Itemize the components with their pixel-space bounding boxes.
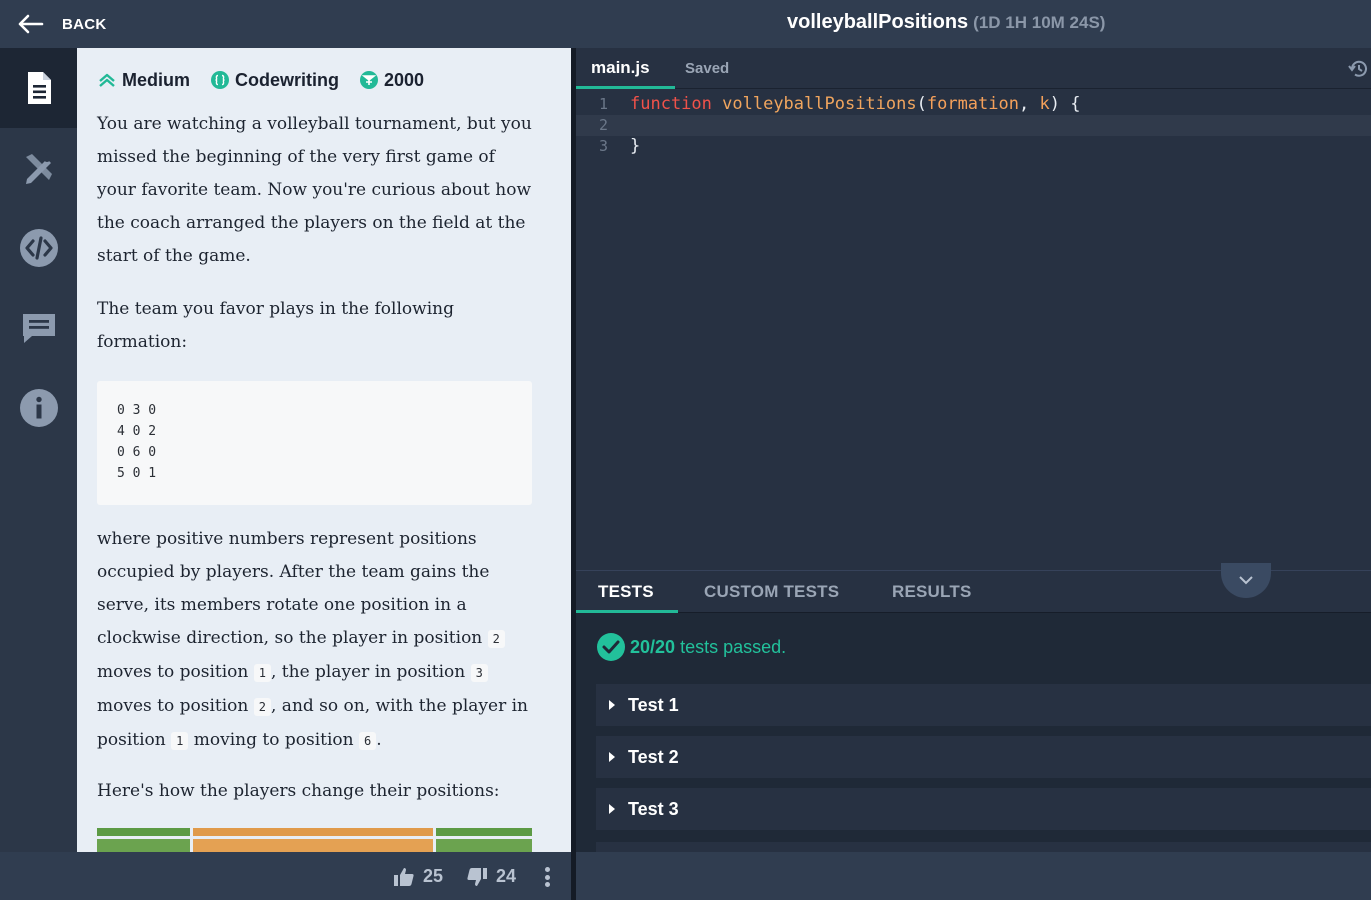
tests-tabs: TESTS CUSTOM TESTS RESULTS bbox=[576, 563, 1371, 613]
points-badge: 2000 bbox=[359, 70, 424, 91]
save-status: Saved bbox=[685, 60, 730, 77]
code-editor: main.js Saved 1 function volleyballPosit… bbox=[576, 48, 1371, 570]
nav-solutions[interactable] bbox=[0, 128, 77, 208]
inline-code: 3 bbox=[470, 664, 488, 682]
formation-code-block: 0 3 0 4 0 2 0 6 0 5 0 1 bbox=[97, 381, 532, 505]
more-options-icon[interactable] bbox=[545, 867, 551, 887]
description-paragraph-1: You are watching a volleyball tournament… bbox=[97, 114, 532, 266]
history-icon[interactable] bbox=[1348, 58, 1370, 80]
tab-results[interactable]: RESULTS bbox=[892, 582, 971, 602]
chevron-down-icon bbox=[1239, 576, 1253, 585]
editor-footer-bar bbox=[576, 852, 1371, 900]
test-item-3[interactable]: Test 3 bbox=[596, 788, 1371, 830]
page-title: volleyballPositions (1D 1H 10M 24S) bbox=[787, 11, 1105, 34]
editor-tabs: main.js Saved bbox=[576, 48, 1371, 89]
court-zone-right bbox=[436, 828, 532, 852]
code-line-current[interactable]: 2 bbox=[576, 115, 1371, 136]
inline-code: 6 bbox=[359, 732, 377, 750]
test-item-4-partial[interactable] bbox=[596, 842, 1371, 852]
solutions-icon bbox=[25, 154, 52, 184]
nav-code[interactable] bbox=[0, 208, 77, 288]
dislike-button[interactable]: 24 bbox=[466, 866, 516, 887]
task-description-panel: Medium Codewriting 2000 You are watching… bbox=[77, 48, 571, 852]
nav-info[interactable] bbox=[0, 368, 77, 448]
chevrons-up-icon bbox=[99, 73, 115, 87]
nav-comments[interactable] bbox=[0, 288, 77, 368]
check-circle-icon bbox=[597, 633, 625, 661]
description-icon bbox=[27, 72, 51, 104]
feedback-bar: 25 24 bbox=[0, 852, 571, 900]
comments-icon bbox=[22, 314, 55, 343]
code-icon bbox=[19, 229, 58, 267]
line-number: 2 bbox=[598, 116, 608, 134]
test-item-2[interactable]: Test 2 bbox=[596, 736, 1371, 778]
code-line[interactable]: 3 } bbox=[576, 136, 1371, 157]
codewriting-icon bbox=[211, 71, 230, 89]
task-meta: Medium Codewriting 2000 bbox=[97, 68, 444, 92]
caret-right-icon bbox=[609, 700, 615, 710]
arrow-left-icon bbox=[18, 14, 44, 34]
caret-right-icon bbox=[609, 752, 615, 762]
countdown-timer: (1D 1H 10M 24S) bbox=[973, 13, 1106, 32]
thumbs-down-icon bbox=[467, 867, 487, 886]
line-number: 3 bbox=[598, 137, 608, 155]
tests-panel: TESTS CUSTOM TESTS RESULTS 20/20 tests p… bbox=[576, 563, 1371, 852]
description-paragraph-3: where positive numbers represent positio… bbox=[97, 529, 528, 750]
inline-code: 1 bbox=[253, 664, 271, 682]
left-sidebar bbox=[0, 48, 77, 852]
difficulty-badge: Medium bbox=[97, 70, 190, 91]
info-icon bbox=[19, 389, 58, 427]
caret-right-icon bbox=[609, 804, 615, 814]
court-illustration bbox=[97, 828, 532, 852]
back-label: BACK bbox=[62, 15, 107, 33]
collapse-panel-button[interactable] bbox=[1221, 563, 1271, 598]
task-type-badge: Codewriting bbox=[210, 70, 339, 91]
court-zone-left bbox=[97, 828, 190, 852]
inline-code: 2 bbox=[253, 698, 271, 716]
points-icon bbox=[360, 71, 379, 89]
inline-code: 2 bbox=[487, 630, 505, 648]
active-tab-indicator bbox=[576, 610, 678, 613]
description-paragraph-4: Here's how the players change their posi… bbox=[97, 781, 500, 801]
nav-description[interactable] bbox=[0, 48, 77, 128]
code-area[interactable]: 1 function volleyballPositions(formation… bbox=[576, 94, 1371, 157]
file-tab-main-js[interactable]: main.js bbox=[576, 48, 675, 89]
description-paragraph-2: The team you favor plays in the followin… bbox=[97, 299, 454, 352]
line-number: 1 bbox=[598, 95, 608, 113]
top-bar: BACK volleyballPositions (1D 1H 10M 24S) bbox=[0, 0, 1371, 48]
tab-tests[interactable]: TESTS bbox=[598, 582, 654, 602]
inline-code: 1 bbox=[171, 732, 189, 750]
back-button[interactable]: BACK bbox=[18, 12, 107, 36]
court-zone-center bbox=[193, 828, 433, 852]
code-line[interactable]: 1 function volleyballPositions(formation… bbox=[576, 94, 1371, 115]
task-name: volleyballPositions bbox=[787, 11, 969, 33]
tests-summary: 20/20 tests passed. bbox=[596, 632, 786, 662]
tab-custom-tests[interactable]: CUSTOM TESTS bbox=[704, 582, 839, 602]
test-item-1[interactable]: Test 1 bbox=[596, 684, 1371, 726]
thumbs-up-icon bbox=[394, 867, 414, 886]
like-button[interactable]: 25 bbox=[393, 866, 443, 887]
